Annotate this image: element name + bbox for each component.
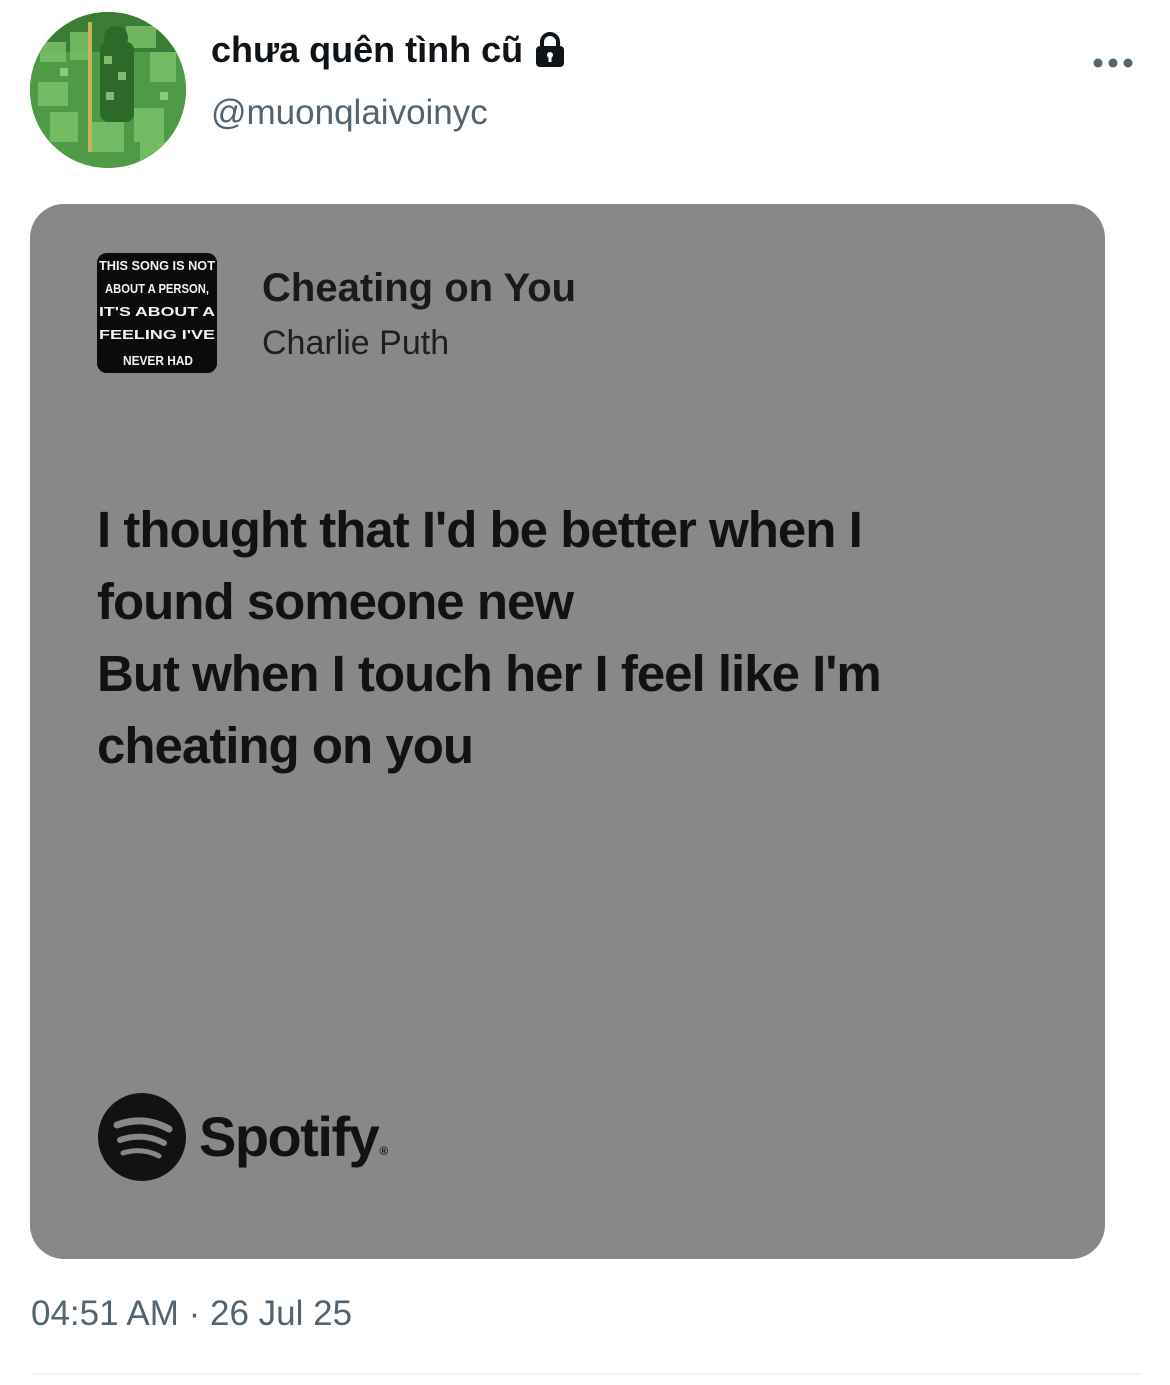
album-art-line-4: FEELING I'VE: [99, 327, 215, 342]
lyric-line: But when I touch her I feel like I'm: [97, 645, 882, 702]
avatar-photo: [30, 12, 186, 168]
avatar[interactable]: [30, 12, 186, 168]
album-art-line-1: THIS SONG IS NOT: [99, 258, 215, 273]
lyric-line: cheating on you: [97, 717, 474, 774]
tweet-timestamp[interactable]: 04:51 AM · 26 Jul 25: [31, 1292, 352, 1336]
spotify-wordmark: Spotify ®: [199, 1105, 389, 1168]
more-options-button[interactable]: [1080, 44, 1146, 82]
lyrics: I thought that I'd be better when I foun…: [97, 494, 1027, 782]
album-art: THIS SONG IS NOT ABOUT A PERSON, IT'S AB…: [97, 253, 217, 373]
more-horizontal-icon: [1093, 58, 1133, 68]
spotify-logo: Spotify ®: [97, 1092, 389, 1182]
divider: [30, 1373, 1140, 1375]
lyric-line: found someone new: [97, 573, 574, 630]
spotify-icon: [98, 1093, 186, 1181]
user-handle[interactable]: @muonqlaivoinyc: [211, 92, 488, 134]
lock-icon: [533, 32, 567, 68]
album-art-line-5: NEVER HAD: [123, 353, 193, 368]
spotify-lyrics-card[interactable]: THIS SONG IS NOT ABOUT A PERSON, IT'S AB…: [30, 204, 1105, 1259]
display-name[interactable]: chưa quên tình cũ: [211, 28, 567, 72]
display-name-text: chưa quên tình cũ: [211, 29, 524, 70]
album-art-line-2: ABOUT A PERSON,: [105, 281, 209, 296]
song-title: Cheating on You: [262, 266, 577, 310]
album-art-line-3: IT'S ABOUT A: [99, 304, 216, 319]
lyric-line: I thought that I'd be better when I: [97, 501, 863, 558]
spotify-wordmark-text: Spotify: [199, 1105, 380, 1168]
song-artist: Charlie Puth: [262, 324, 450, 362]
